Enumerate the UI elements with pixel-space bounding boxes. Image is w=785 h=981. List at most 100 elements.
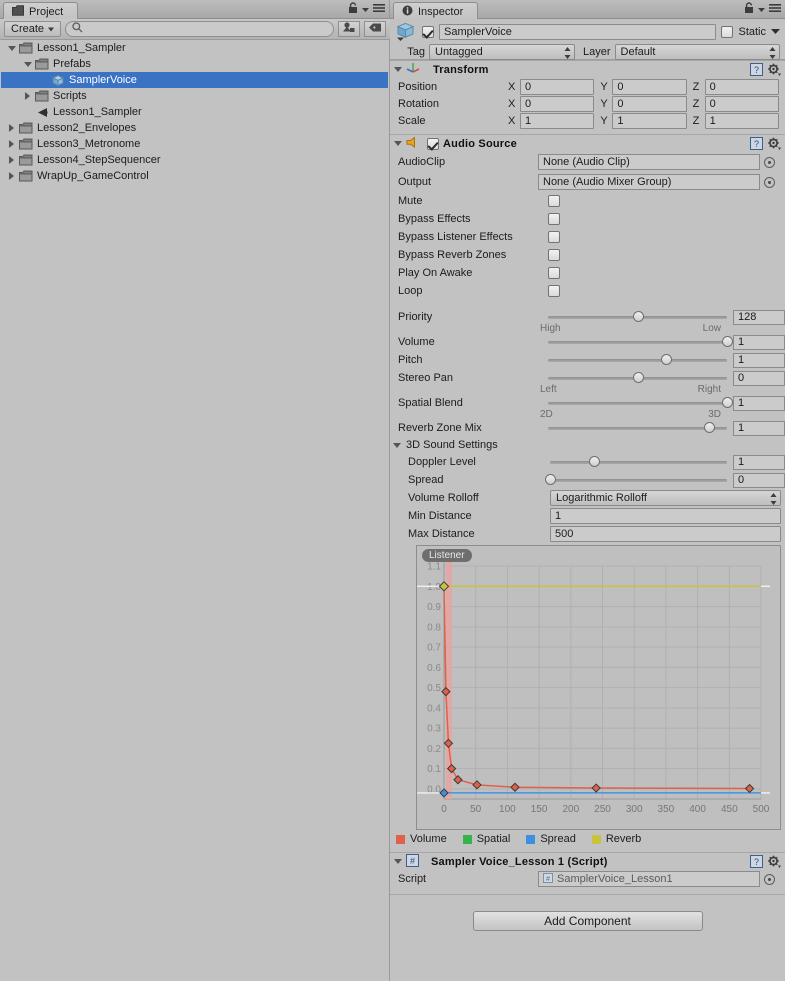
filter-by-label-button[interactable] — [364, 21, 386, 37]
slider-knob[interactable] — [632, 311, 644, 322]
gameobject-name-field[interactable]: SamplerVoice — [439, 23, 717, 40]
slider-knob[interactable] — [632, 372, 644, 383]
spread-slider[interactable] — [545, 473, 727, 487]
tree-item-scripts[interactable]: Scripts — [1, 88, 388, 104]
slider-knob[interactable] — [722, 397, 733, 408]
doppler-level-slider[interactable] — [550, 455, 727, 469]
chevron-down-icon[interactable] — [362, 7, 369, 13]
help-book-icon[interactable]: ? — [750, 855, 763, 871]
lock-icon[interactable] — [744, 2, 754, 17]
gameobject-enabled-checkbox[interactable] — [422, 25, 434, 38]
doppler-level-value-field[interactable]: 1 — [733, 454, 785, 470]
foldout-triangle-icon[interactable] — [393, 442, 401, 448]
spread-value-field[interactable]: 0 — [733, 472, 785, 488]
foldout-3d-sound-settings[interactable]: 3D Sound Settings — [390, 437, 785, 453]
transform-scale-x-field[interactable]: 1 — [520, 112, 595, 129]
gear-icon[interactable] — [767, 855, 781, 871]
foldout-triangle-icon[interactable] — [394, 859, 402, 864]
slider-knob[interactable] — [545, 474, 556, 485]
transform-position-y-field[interactable]: 0 — [612, 78, 687, 95]
foldout-open-icon[interactable] — [21, 56, 34, 72]
foldout-triangle-icon[interactable] — [394, 141, 402, 146]
stereo-pan-slider[interactable] — [548, 371, 727, 385]
component-header-transform[interactable]: Transform ? — [390, 60, 785, 78]
slider-knob[interactable] — [704, 422, 716, 433]
bypass-reverb-zones-checkbox[interactable] — [548, 249, 560, 261]
transform-rotation-x-field[interactable]: 0 — [520, 95, 595, 112]
foldout-open-icon[interactable] — [5, 40, 18, 56]
chevron-down-icon[interactable] — [758, 7, 765, 13]
tree-item-lesson1-sampler[interactable]: Lesson1_Sampler — [1, 40, 388, 56]
transform-rotation-y-field[interactable]: 0 — [612, 95, 687, 112]
script-picker-icon[interactable] — [764, 873, 775, 885]
priority-value-field[interactable]: 128 — [733, 309, 785, 325]
audio-source-enabled-checkbox[interactable] — [427, 137, 439, 150]
component-header-audio-source[interactable]: Audio Source ? — [390, 134, 785, 152]
rolloff-graph[interactable]: Listener 0 50 100 150 200 250 300 350 400 450 500 1… — [416, 545, 781, 830]
gear-icon[interactable] — [767, 137, 781, 153]
transform-rotation-z-field[interactable]: 0 — [704, 95, 779, 112]
foldout-closed-icon[interactable] — [5, 168, 18, 184]
foldout-closed-icon[interactable] — [5, 120, 18, 136]
lock-icon[interactable] — [348, 2, 358, 17]
tree-item-wrapup-gamecontrol[interactable]: WrapUp_GameControl — [1, 168, 388, 184]
gear-icon[interactable] — [767, 63, 781, 79]
slider-knob[interactable] — [661, 354, 673, 365]
loop-checkbox[interactable] — [548, 285, 560, 297]
project-tree[interactable]: Lesson1_Sampler Prefabs SamplerVoice Script… — [1, 40, 388, 980]
tree-item-lesson1-sampler[interactable]: Lesson1_Sampler — [1, 104, 388, 120]
filter-by-type-button[interactable] — [338, 21, 360, 37]
layer-dropdown[interactable]: Default — [614, 44, 780, 60]
volume-slider[interactable] — [548, 335, 733, 349]
tree-item-samplervoice[interactable]: SamplerVoice — [1, 72, 388, 88]
hamburger-menu-icon[interactable] — [373, 3, 385, 16]
foldout-closed-icon[interactable] — [21, 88, 34, 104]
volume-value-field[interactable]: 1 — [733, 334, 785, 350]
output-picker-icon[interactable] — [764, 176, 775, 188]
min-distance-field[interactable]: 1 — [550, 508, 781, 524]
tag-dropdown[interactable]: Untagged — [429, 44, 575, 60]
tree-item-lesson3-metronome[interactable]: Lesson3_Metronome — [1, 136, 388, 152]
search-field[interactable] — [65, 21, 334, 37]
component-header-script[interactable]: # Sampler Voice_Lesson 1 (Script) ? — [390, 852, 785, 870]
static-dropdown-icon[interactable] — [771, 28, 780, 35]
audioclip-object-field[interactable]: None (Audio Clip) — [538, 154, 760, 170]
help-book-icon[interactable]: ? — [750, 63, 763, 79]
slider-knob[interactable] — [722, 336, 733, 347]
max-distance-field[interactable]: 500 — [550, 526, 781, 542]
foldout-closed-icon[interactable] — [5, 152, 18, 168]
mute-checkbox[interactable] — [548, 195, 560, 207]
stereo-pan-value-field[interactable]: 0 — [733, 370, 785, 386]
play-on-awake-checkbox[interactable] — [548, 267, 560, 279]
spatial-blend-value-field[interactable]: 1 — [733, 395, 785, 411]
foldout-closed-icon[interactable] — [5, 136, 18, 152]
priority-slider[interactable] — [548, 310, 727, 324]
tree-item-prefabs[interactable]: Prefabs — [1, 56, 388, 72]
transform-scale-z-field[interactable]: 1 — [704, 112, 779, 129]
search-input[interactable] — [87, 22, 327, 36]
bypass-effects-checkbox[interactable] — [548, 213, 560, 225]
static-checkbox[interactable] — [721, 25, 734, 38]
bypass-listener-effects-checkbox[interactable] — [548, 231, 560, 243]
volume-rolloff-dropdown[interactable]: Logarithmic Rolloff — [550, 490, 781, 506]
add-component-button[interactable]: Add Component — [472, 911, 703, 931]
help-book-icon[interactable]: ? — [750, 137, 763, 153]
spatial-blend-slider[interactable] — [548, 396, 733, 410]
reverb-zone-mix-slider[interactable] — [548, 421, 727, 435]
transform-position-z-field[interactable]: 0 — [704, 78, 779, 95]
tab-project[interactable]: Project — [3, 2, 79, 20]
pitch-value-field[interactable]: 1 — [733, 352, 785, 368]
reverb-zone-mix-value-field[interactable]: 1 — [733, 420, 785, 436]
foldout-triangle-icon[interactable] — [394, 67, 402, 72]
transform-position-x-field[interactable]: 0 — [520, 78, 595, 95]
slider-knob[interactable] — [589, 456, 601, 467]
pitch-slider[interactable] — [548, 353, 727, 367]
create-button[interactable]: Create — [4, 21, 62, 37]
tree-item-lesson2-envelopes[interactable]: Lesson2_Envelopes — [1, 120, 388, 136]
hamburger-menu-icon[interactable] — [769, 3, 781, 16]
tab-inspector[interactable]: Inspector — [393, 2, 479, 20]
audioclip-picker-icon[interactable] — [764, 156, 775, 168]
output-object-field[interactable]: None (Audio Mixer Group) — [538, 174, 760, 190]
script-object-field[interactable]: # SamplerVoice_Lesson1 — [538, 871, 760, 887]
tree-item-lesson4-stepsequencer[interactable]: Lesson4_StepSequencer — [1, 152, 388, 168]
